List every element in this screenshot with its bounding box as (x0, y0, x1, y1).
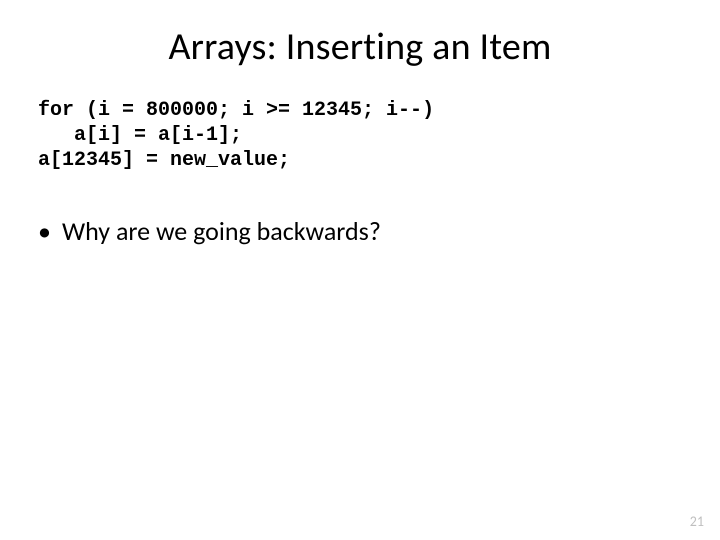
code-line-3: a[12345] = new_value; (38, 149, 290, 172)
code-line-1: for (i = 800000; i >= 12345; i--) (38, 99, 434, 122)
slide: Arrays: Inserting an Item for (i = 80000… (0, 0, 720, 540)
page-number: 21 (690, 513, 704, 530)
bullet-list: Why are we going backwards? (38, 215, 720, 249)
bullet-item: Why are we going backwards? (38, 215, 720, 249)
code-block: for (i = 800000; i >= 12345; i--) a[i] =… (38, 98, 720, 173)
slide-title: Arrays: Inserting an Item (0, 0, 720, 88)
code-line-2: a[i] = a[i-1]; (38, 124, 242, 147)
